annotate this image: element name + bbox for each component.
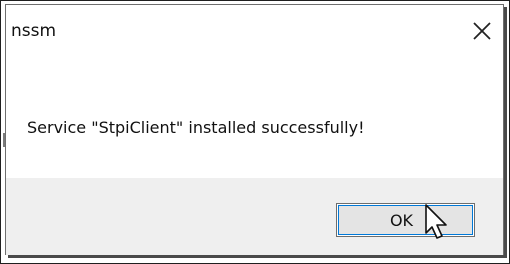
close-icon [473, 22, 491, 40]
screenshot-frame: nssm Service "StpiClient" installed succ… [0, 0, 510, 264]
ok-button-label: OK [389, 210, 414, 230]
edge-marker [3, 133, 5, 147]
ok-button[interactable]: OK [336, 203, 475, 237]
close-button[interactable] [465, 14, 499, 48]
message-dialog: nssm Service "StpiClient" installed succ… [3, 4, 504, 255]
dialog-message: Service "StpiClient" installed successfu… [27, 118, 365, 137]
message-area: Service "StpiClient" installed successfu… [6, 61, 503, 178]
button-bar: OK [6, 178, 503, 255]
title-bar: nssm [6, 5, 503, 61]
window-title: nssm [11, 21, 57, 41]
